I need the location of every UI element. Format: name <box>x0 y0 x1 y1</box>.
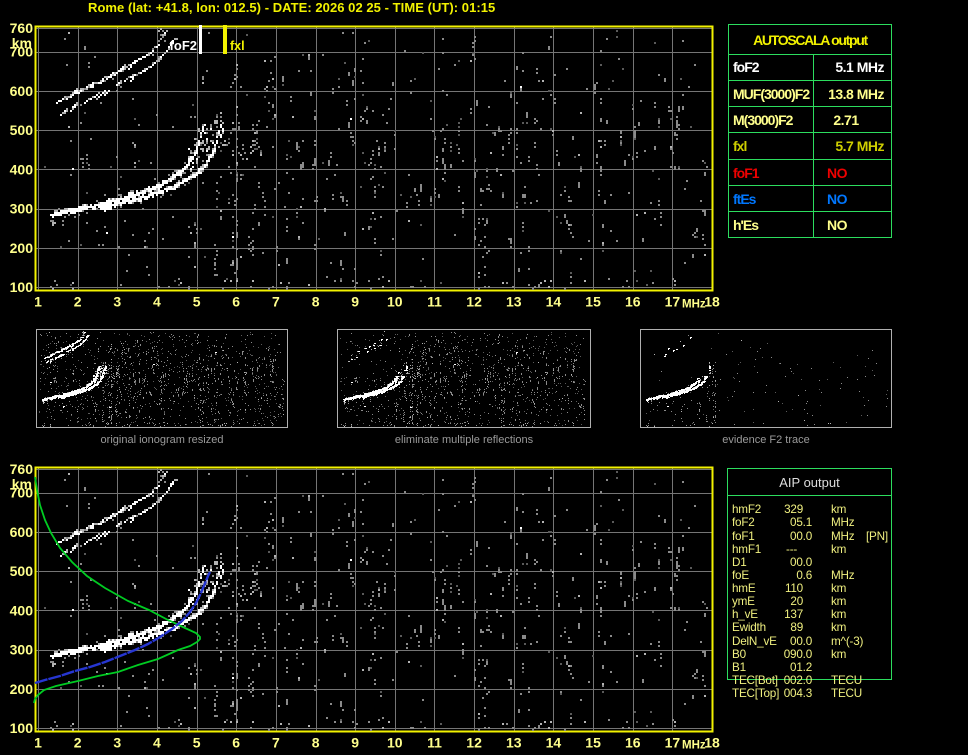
svg-text:760: 760 <box>10 20 34 36</box>
svg-text:4: 4 <box>153 294 161 310</box>
svg-text:16: 16 <box>625 294 641 310</box>
svg-text:11: 11 <box>427 735 442 751</box>
svg-text:760: 760 <box>10 461 34 477</box>
svg-text:1: 1 <box>34 294 42 310</box>
svg-text:100: 100 <box>10 279 34 295</box>
svg-text:11: 11 <box>427 294 442 310</box>
svg-text:6: 6 <box>232 735 240 751</box>
svg-text:13: 13 <box>506 294 522 310</box>
svg-text:2: 2 <box>74 294 82 310</box>
svg-text:6: 6 <box>232 294 240 310</box>
svg-text:7: 7 <box>272 294 280 310</box>
svg-text:foF2: foF2 <box>170 38 197 53</box>
svg-text:17: 17 <box>665 735 681 751</box>
svg-text:14: 14 <box>546 294 562 310</box>
svg-text:500: 500 <box>10 563 34 579</box>
svg-text:8: 8 <box>312 294 320 310</box>
svg-text:400: 400 <box>10 161 34 177</box>
svg-text:MHz: MHz <box>682 299 706 311</box>
svg-text:9: 9 <box>351 735 359 751</box>
svg-text:2: 2 <box>74 735 82 751</box>
svg-text:12: 12 <box>466 294 482 310</box>
svg-text:5: 5 <box>193 294 201 310</box>
svg-text:17: 17 <box>665 294 681 310</box>
svg-text:8: 8 <box>312 735 320 751</box>
svg-text:10: 10 <box>387 294 403 310</box>
svg-text:600: 600 <box>10 524 34 540</box>
svg-text:200: 200 <box>10 681 34 697</box>
svg-text:km: km <box>12 476 32 492</box>
svg-text:km: km <box>12 35 32 51</box>
svg-text:500: 500 <box>10 122 34 138</box>
svg-text:18: 18 <box>704 294 720 310</box>
svg-text:5: 5 <box>193 735 201 751</box>
svg-text:600: 600 <box>10 83 34 99</box>
svg-text:3: 3 <box>113 735 121 751</box>
svg-text:4: 4 <box>153 735 161 751</box>
svg-text:13: 13 <box>506 735 522 751</box>
svg-text:14: 14 <box>546 735 562 751</box>
svg-text:3: 3 <box>113 294 121 310</box>
svg-text:7: 7 <box>272 735 280 751</box>
svg-text:10: 10 <box>387 735 403 751</box>
svg-text:100: 100 <box>10 720 34 736</box>
svg-text:15: 15 <box>585 294 601 310</box>
svg-text:15: 15 <box>585 735 601 751</box>
svg-text:16: 16 <box>625 735 641 751</box>
svg-text:1: 1 <box>34 735 42 751</box>
svg-text:400: 400 <box>10 602 34 618</box>
svg-text:200: 200 <box>10 240 34 256</box>
svg-text:300: 300 <box>10 642 34 658</box>
svg-text:fxl: fxl <box>230 39 245 53</box>
svg-text:12: 12 <box>466 735 482 751</box>
svg-text:300: 300 <box>10 201 34 217</box>
svg-text:9: 9 <box>351 294 359 310</box>
svg-text:18: 18 <box>704 735 720 751</box>
svg-text:MHz: MHz <box>682 740 706 752</box>
